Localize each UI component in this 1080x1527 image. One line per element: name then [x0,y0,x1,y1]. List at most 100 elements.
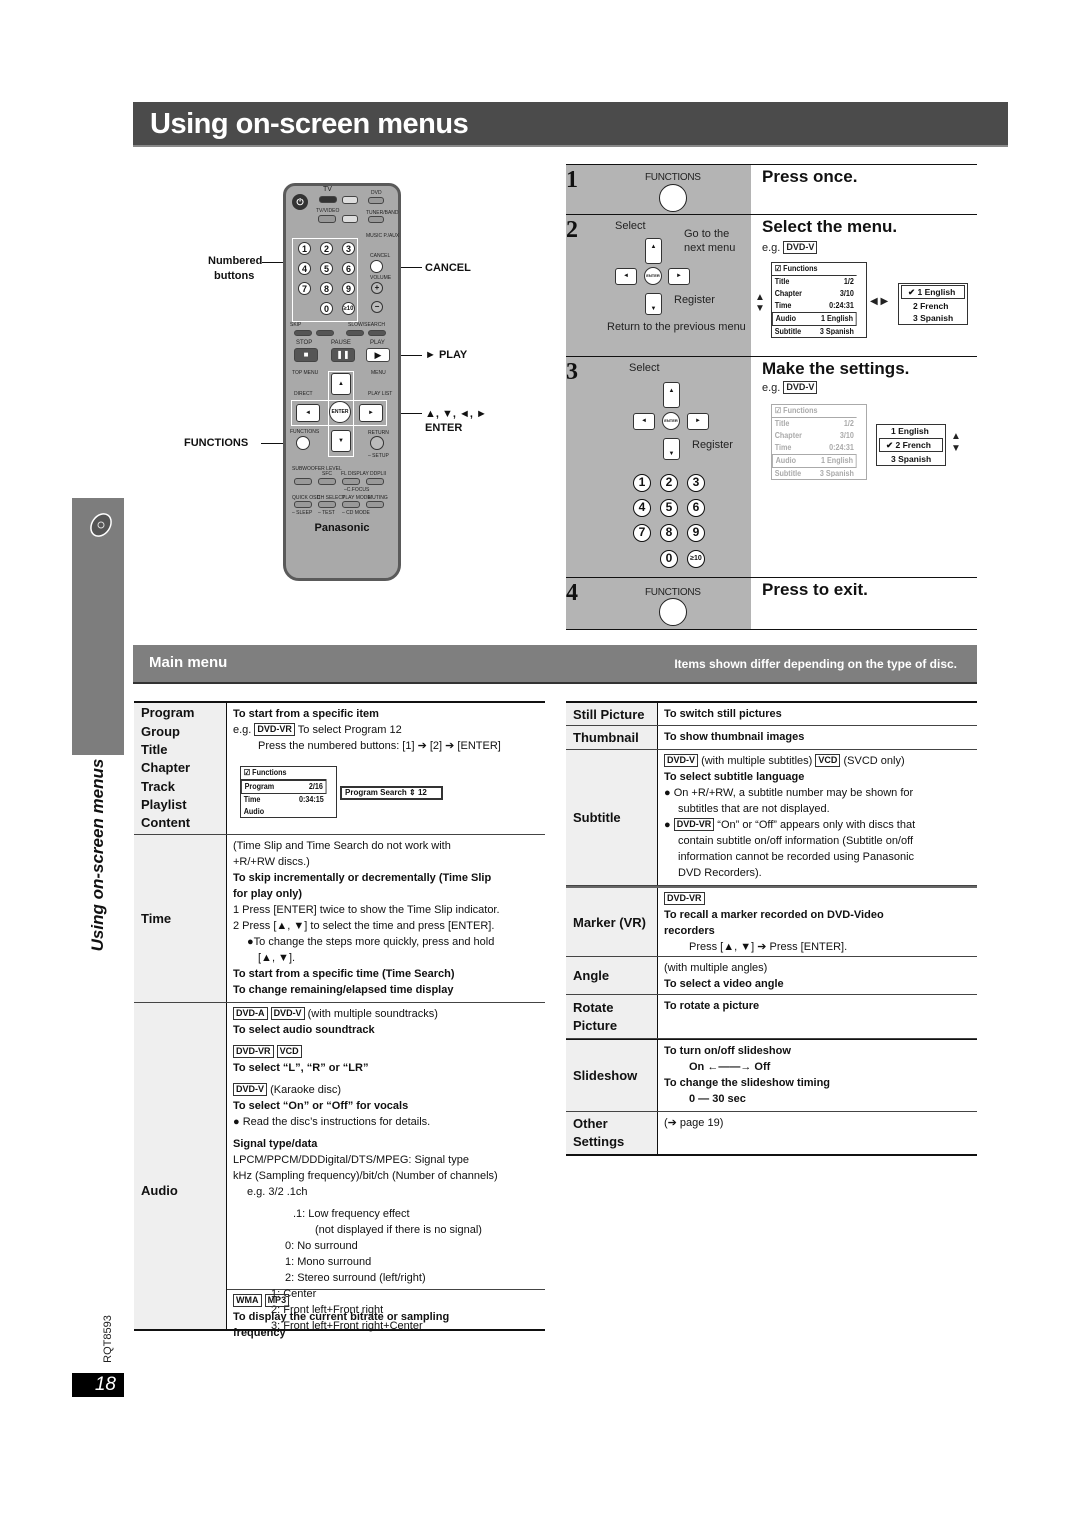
option[interactable]: 1 English [877,425,945,437]
remote-digit-1[interactable]: 1 [298,242,311,255]
left-button[interactable]: ◄ [633,413,655,430]
up-button[interactable]: ▲ [663,382,680,408]
digit-button-10plus[interactable]: ≥10 [687,550,705,568]
disc-tag: DVD-V [270,1007,305,1020]
remote-digit-10plus[interactable]: ≥10 [342,302,355,315]
cancel-label: CANCEL [370,253,391,259]
side-label: Using on-screen menus [88,758,107,952]
remote-down-button[interactable]: ▼ [331,430,351,452]
disc-tag: DVD-VR [673,818,715,831]
option[interactable]: 2 French [899,300,967,312]
volume-down-button[interactable]: − [371,301,383,313]
remote-digit-0[interactable]: 0 [320,302,333,315]
pause-label: PAUSE [331,340,351,346]
enter-button[interactable]: ENTER [662,412,680,430]
functions-button[interactable] [659,598,687,626]
skip-back-button[interactable] [294,330,312,336]
remote-digit-6[interactable]: 6 [342,262,355,275]
remote-functions-button[interactable] [296,436,310,450]
slow-forward-button[interactable] [368,330,386,336]
option[interactable]: 3 Spanish [877,453,945,465]
osd-row: Time 0:24:31 [774,301,854,310]
main-menu-table-left: Program Group Title Chapter Track Playli… [134,701,545,1339]
remote-digit-7[interactable]: 7 [298,282,311,295]
tvvideo-button[interactable] [318,215,336,223]
return-button[interactable] [370,436,384,450]
remote-digit-4[interactable]: 4 [298,262,311,275]
language-options: ✔ 1 English 2 French 3 Spanish [898,283,968,325]
remote-left-button[interactable]: ◄ [296,404,320,422]
remote-enter-button[interactable]: ENTER [329,401,351,423]
up-button[interactable]: ▲ [645,238,662,264]
remote-up-button[interactable]: ▲ [331,373,351,395]
pl2-button[interactable] [366,478,384,485]
down-button[interactable]: ▼ [645,293,662,315]
tv-volume-down-button[interactable] [342,215,358,223]
item-label: Time [134,835,227,1002]
digit-button-1[interactable]: 1 [633,474,651,492]
option-selected[interactable]: ✔ 2 French [879,438,943,452]
functions-button[interactable] [659,184,687,212]
right-button[interactable]: ► [687,413,709,430]
digit-button-4[interactable]: 4 [633,499,651,517]
brand-logo: Panasonic [314,522,370,534]
digit-button-2[interactable]: 2 [660,474,678,492]
slow-back-button[interactable] [346,330,364,336]
skip-forward-button[interactable] [316,330,334,336]
page-reference-link[interactable]: (➔ page 19) [658,1112,977,1154]
disc-tag: VCD [276,1045,302,1058]
pause-button[interactable]: ❚❚ [331,348,355,362]
up-down-arrows-icon: ▲ ▼ [755,292,765,314]
stop-button[interactable]: ■ [294,348,318,362]
quick-osd-button[interactable] [294,501,312,508]
remote-digit-9[interactable]: 9 [342,282,355,295]
volume-up-button[interactable]: + [371,282,383,294]
option[interactable]: 3 Spanish [899,312,967,324]
disc-icon [90,513,112,537]
remote-digit-2[interactable]: 2 [320,242,333,255]
option-selected[interactable]: ✔ 1 English [901,285,965,299]
tv-volume-up-button[interactable] [342,196,358,204]
remote-right-button[interactable]: ► [359,404,383,422]
enter-button[interactable]: ENTER [644,267,662,285]
muting-button[interactable] [366,501,384,508]
callout-cancel: CANCEL [425,262,471,274]
program-search-box: Program Search ⇕ 12 [340,786,443,800]
ch-select-button[interactable] [318,501,336,508]
sfc-label: SFC [322,471,332,477]
digit-button-9[interactable]: 9 [687,524,705,542]
dvd-button[interactable] [368,197,384,204]
down-button[interactable]: ▼ [663,438,680,460]
play-button[interactable]: ▶ [366,348,390,362]
tuner-button[interactable] [368,216,384,223]
play-mode-button[interactable] [342,501,360,508]
item-label: Still Picture [566,703,658,725]
osd-row-selected: Audio 1 English [772,312,857,326]
table-row-other-settings: Other Settings (➔ page 19) [566,1112,977,1154]
left-button[interactable]: ◄ [615,268,637,285]
digit-button-8[interactable]: 8 [660,524,678,542]
step-number: 1 [566,167,578,193]
step-2: 2 Select Go to the next menu ▲ ◄ ENTER ►… [566,214,977,356]
remote-digit-3[interactable]: 3 [342,242,355,255]
digit-button-7[interactable]: 7 [633,524,651,542]
subwoofer-button[interactable] [294,478,312,485]
example-line: e.g. DVD-V [762,241,818,254]
fl-display-button[interactable] [342,478,360,485]
digit-button-5[interactable]: 5 [660,499,678,517]
sfc-button[interactable] [318,478,336,485]
power-button[interactable]: ⏻ [292,194,308,210]
digit-button-0[interactable]: 0 [660,550,678,568]
document-code: RQT8593 [102,1315,114,1363]
page-title-bar: Using on-screen menus [133,102,1008,147]
digit-button-3[interactable]: 3 [687,474,705,492]
remote-digit-5[interactable]: 5 [320,262,333,275]
remote-digit-8[interactable]: 8 [320,282,333,295]
digit-button-6[interactable]: 6 [687,499,705,517]
right-button[interactable]: ► [668,268,690,285]
tv-power-button[interactable] [319,196,337,203]
table-row-subtitle: Subtitle DVD-V (with multiple subtitles)… [566,750,977,886]
table-row-rotate-picture: Rotate Picture To rotate a picture [566,995,977,1039]
disc-tag: DVD-VR [233,1045,274,1058]
cancel-button[interactable] [370,260,383,273]
